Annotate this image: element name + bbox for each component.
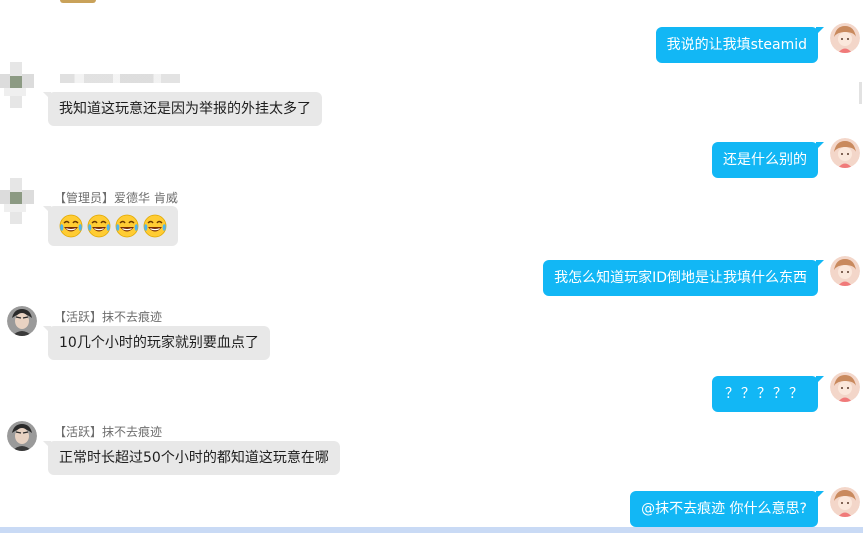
outgoing-message-bubble[interactable]: 还是什么别的	[712, 142, 824, 178]
incoming-message-bubble[interactable]: 正常时长超过50个小时的都知道这玩意在哪	[43, 441, 340, 475]
sender-name[interactable]: 【活跃】抹不去痕迹	[54, 308, 162, 325]
outgoing-message-bubble[interactable]: 我说的让我填steamid	[655, 27, 825, 63]
blurred-avatar[interactable]	[0, 178, 34, 224]
message-text: 我知道这玩意还是因为举报的外挂太多了	[59, 101, 311, 117]
laugh-cry-emoji	[87, 214, 111, 238]
scrollbar-thumb[interactable]	[859, 82, 862, 104]
self-avatar-icon[interactable]	[830, 372, 860, 402]
self-avatar-icon[interactable]	[830, 256, 860, 286]
laugh-cry-emoji	[143, 214, 167, 238]
outgoing-message-bubble[interactable]: @抹不去痕迹 你什么意思?	[630, 491, 824, 527]
sender-name[interactable]: 【活跃】抹不去痕迹	[54, 423, 162, 440]
message-text: 我说的让我填steamid	[666, 37, 807, 53]
user-avatar-icon[interactable]	[7, 306, 37, 336]
blurred-sender-name	[60, 74, 180, 83]
self-avatar-icon[interactable]	[830, 487, 860, 517]
cropped-image-edge	[60, 0, 96, 3]
laugh-cry-emoji	[59, 214, 83, 238]
message-text: ？？？？？	[725, 386, 805, 402]
outgoing-message-bubble[interactable]: 我怎么知道玩家ID倒地是让我填什么东西	[543, 260, 824, 296]
self-avatar-icon[interactable]	[830, 138, 860, 168]
incoming-message-bubble[interactable]: 10几个小时的玩家就别要血点了	[43, 326, 270, 360]
self-avatar-icon[interactable]	[830, 23, 860, 53]
message-text: 我怎么知道玩家ID倒地是让我填什么东西	[554, 270, 807, 286]
user-avatar-icon[interactable]	[7, 421, 37, 451]
blurred-avatar[interactable]	[0, 62, 34, 108]
laugh-cry-emoji	[115, 214, 139, 238]
incoming-message-bubble[interactable]	[43, 206, 178, 246]
message-text: 10几个小时的玩家就别要血点了	[59, 335, 259, 351]
message-text: @抹不去痕迹 你什么意思?	[641, 501, 807, 517]
chat-message-list[interactable]: 我说的让我填steamid 我知道这玩意还是因为举报的外挂太多了 还是什么别的 …	[0, 0, 863, 533]
incoming-message-bubble[interactable]: 我知道这玩意还是因为举报的外挂太多了	[43, 92, 322, 126]
outgoing-message-bubble[interactable]: ？？？？？	[712, 376, 824, 412]
sender-name[interactable]: 【管理员】爱德华 肯威	[54, 189, 178, 206]
input-area-edge	[0, 527, 863, 533]
message-text: 正常时长超过50个小时的都知道这玩意在哪	[59, 450, 329, 466]
message-text: 还是什么别的	[723, 152, 807, 168]
